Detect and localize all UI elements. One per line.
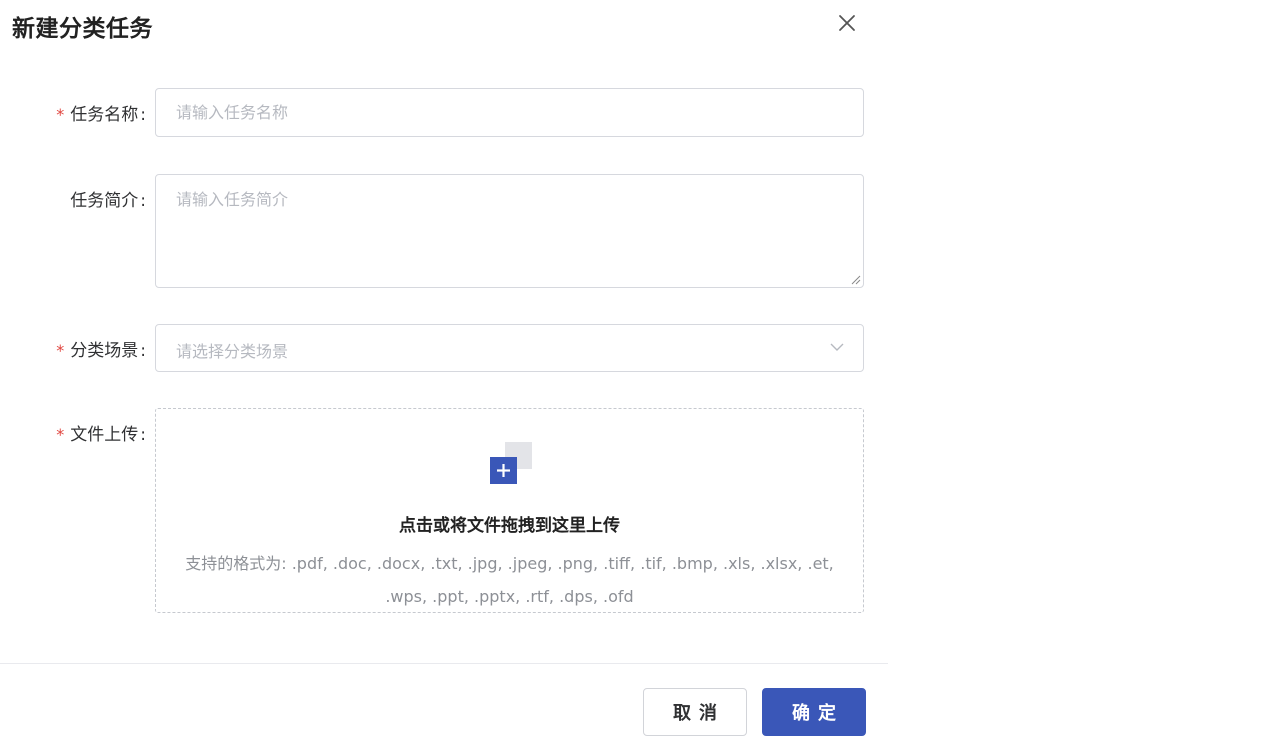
resize-handle-icon[interactable] — [849, 273, 861, 285]
scene-placeholder: 请选择分类场景 — [176, 342, 289, 361]
task-name-field[interactable] — [155, 88, 864, 137]
footer-divider — [0, 663, 888, 664]
scene-select[interactable]: 请选择分类场景 — [155, 324, 864, 372]
upload-format-hint: 支持的格式为: .pdf, .doc, .docx, .txt, .jpg, .… — [185, 554, 834, 606]
task-name-label: * 任务名称: — [56, 105, 146, 125]
task-desc-label: 任务简介: — [70, 191, 146, 211]
file-upload-dropzone[interactable]: 点击或将文件拖拽到这里上传 支持的格式为: .pdf, .doc, .docx,… — [155, 408, 864, 613]
upload-label: * 文件上传: — [56, 425, 146, 445]
chevron-down-icon — [830, 343, 844, 351]
required-star: * — [56, 425, 65, 444]
scene-label: * 分类场景: — [56, 341, 146, 361]
upload-main-text: 点击或将文件拖拽到这里上传 — [399, 516, 620, 536]
confirm-button[interactable]: 确定 — [762, 688, 866, 736]
new-classification-task-dialog: 新建分类任务 *任务名称: 任务简介: *分类场景: 请选择分类场景 *文件上传… — [0, 0, 890, 748]
close-icon[interactable] — [834, 10, 860, 36]
cancel-button[interactable]: 取消 — [643, 688, 747, 736]
task-name-input[interactable] — [156, 89, 863, 136]
task-desc-textarea[interactable] — [156, 175, 863, 287]
required-star: * — [56, 341, 65, 360]
task-desc-field[interactable] — [155, 174, 864, 288]
dialog-title: 新建分类任务 — [12, 16, 153, 42]
upload-add-icon — [490, 442, 532, 484]
required-star: * — [56, 105, 65, 124]
